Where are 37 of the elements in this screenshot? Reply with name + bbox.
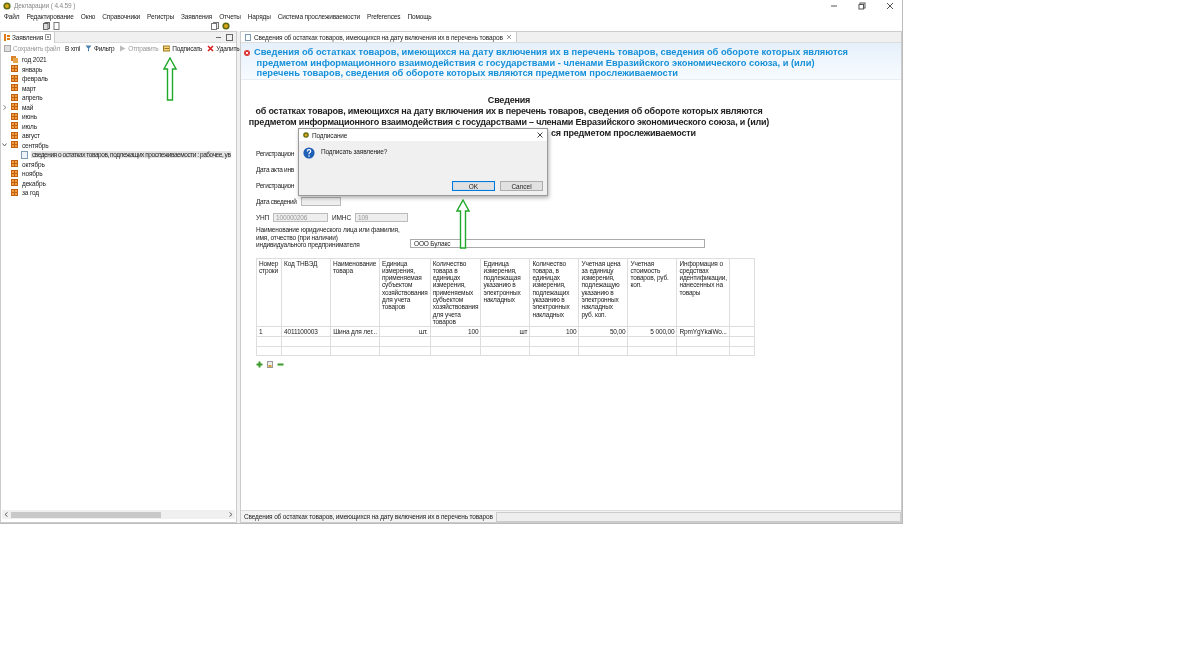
calendar-stack-icon	[11, 55, 18, 64]
document-icon	[245, 33, 251, 41]
date-field[interactable]	[300, 196, 341, 206]
question-icon	[303, 147, 315, 159]
document-stack-icon[interactable]	[211, 22, 219, 30]
form-subtitle: ся предметом прослеживаемости	[551, 128, 696, 139]
app-logo-icon[interactable]	[222, 22, 230, 30]
cross-icon	[207, 45, 215, 52]
form-subtitle: об остатках товаров, имеющихся на дату включения их в перечень товаров, сведения об обороте которых являются	[254, 106, 764, 117]
filter-icon	[85, 45, 92, 52]
app-logo-icon	[3, 1, 11, 10]
chevron-right-icon[interactable]	[2, 104, 7, 110]
form-subtitle: предметом информационного взаимодействия с государствами – членами Евразийского экономического союза, и (или)	[247, 117, 771, 128]
arrow-icon	[456, 199, 470, 249]
chevron-right-icon	[229, 512, 233, 517]
maximize-icon[interactable]	[226, 33, 233, 41]
plus-icon[interactable]	[256, 361, 263, 369]
form-title: Сведения	[486, 95, 532, 106]
document-icon[interactable]	[53, 22, 60, 30]
document-icon[interactable]	[267, 361, 273, 369]
save-icon	[4, 45, 11, 52]
arrow-icon	[163, 57, 177, 101]
certificate-icon	[163, 45, 171, 52]
document-icon	[21, 150, 28, 159]
minus-icon[interactable]	[277, 361, 284, 369]
tree-icon	[4, 33, 10, 41]
play-icon	[119, 45, 127, 52]
app-logo-icon	[303, 132, 309, 138]
close-icon[interactable]	[537, 132, 543, 138]
error-icon	[244, 50, 250, 56]
chevron-left-icon	[4, 512, 8, 517]
banner-title: Сведения об остатках товаров, имеющихся на дату включения их в перечень товаров, сведения об обороте которых являются предметом информационного взаимодействия с государствами - членами Евразийского экономического союза, и (или) перечень товаров, сведения об обороте которых являются предметом прослеживаемости	[254, 47, 848, 79]
close-icon[interactable]	[886, 1, 894, 10]
horizontal-scrollbar[interactable]	[2, 510, 235, 519]
maximize-icon[interactable]	[858, 1, 866, 10]
chevron-down-icon[interactable]	[2, 143, 7, 148]
document-stack-icon[interactable]	[43, 22, 50, 30]
